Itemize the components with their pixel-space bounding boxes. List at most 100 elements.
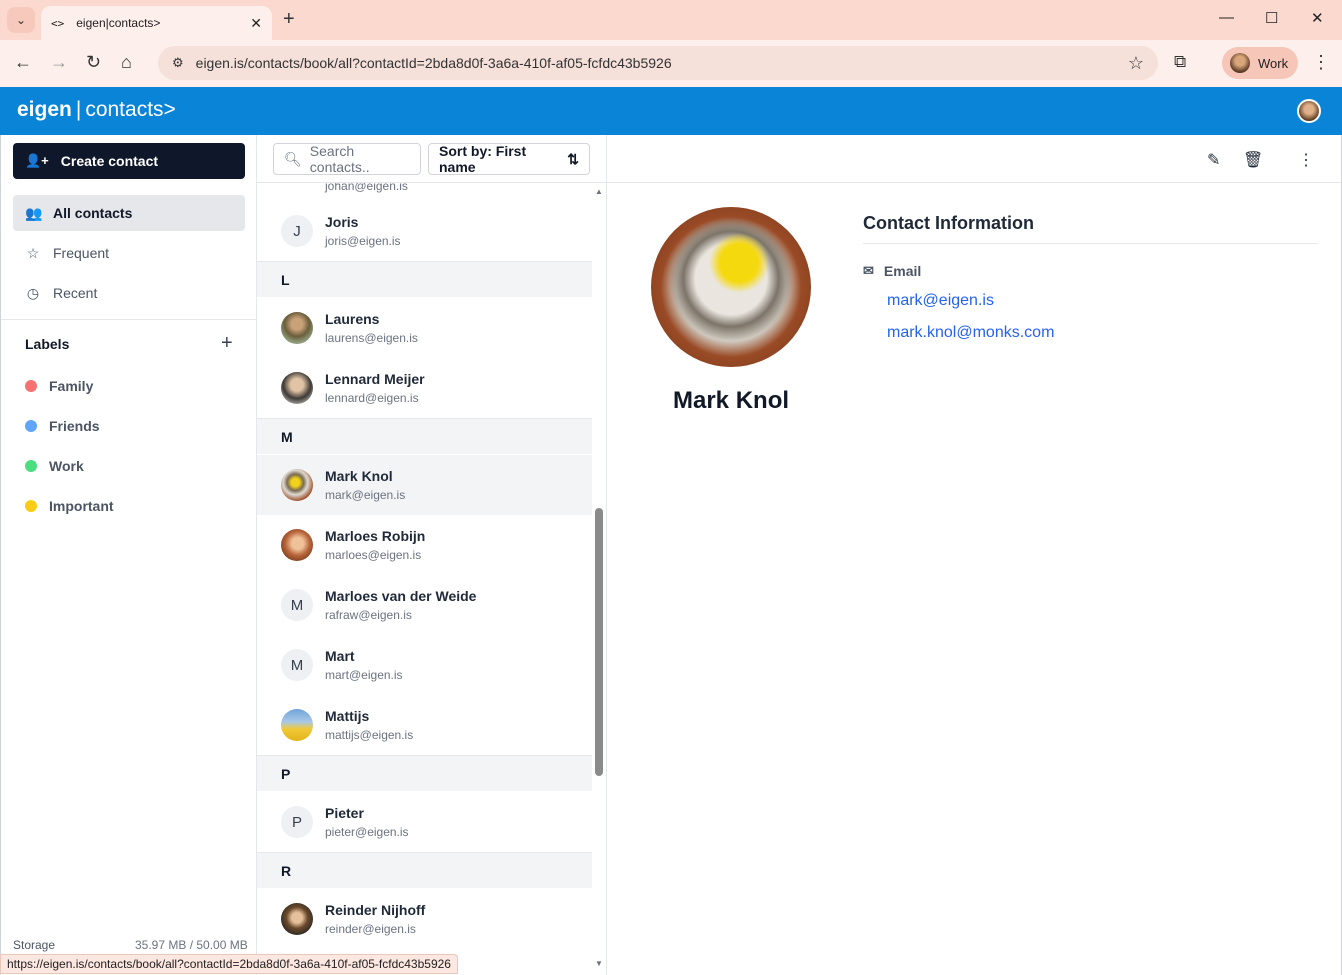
contact-avatar: M	[281, 589, 313, 621]
contact-row-mark-knol[interactable]: Mark Knol mark@eigen.is	[257, 455, 592, 515]
tab-title: eigen|contacts>	[76, 16, 161, 30]
contact-row-lennard[interactable]: Lennard Meijer lennard@eigen.is	[257, 358, 592, 418]
label-family[interactable]: Family	[25, 378, 93, 394]
labels-heading: Labels	[25, 336, 70, 352]
star-icon: ☆	[26, 244, 40, 261]
code-icon: <>	[51, 16, 65, 30]
back-icon[interactable]: ←	[14, 52, 32, 73]
list-scrollbar[interactable]: ▲ ▼	[592, 183, 606, 975]
close-tab-icon[interactable]: ✕	[250, 15, 262, 32]
profile-button[interactable]: Work	[1222, 47, 1298, 79]
nav-recent[interactable]: ◷ Recent	[13, 275, 245, 311]
browser-tab[interactable]: <> eigen|contacts> ✕	[41, 6, 272, 40]
close-window-icon[interactable]: ✕	[1311, 9, 1324, 27]
contact-avatar: P	[281, 806, 313, 838]
detail-toolbar: ✎ 🗑︎ ⋮	[607, 135, 1341, 183]
tab-search-button[interactable]: ⌄	[7, 7, 35, 33]
app-header: eigen | contacts>	[0, 87, 1342, 135]
bookmark-star-icon[interactable]: ☆	[1128, 53, 1144, 74]
search-icon: 🔍︎	[284, 150, 302, 167]
scrollbar-thumb[interactable]	[595, 508, 603, 776]
create-contact-button[interactable]: 👤+ Create contact	[13, 143, 245, 179]
trash-icon[interactable]: 🗑︎	[1243, 150, 1263, 170]
list-toolbar: 🔍︎ Search contacts.. Sort by: First name…	[257, 135, 606, 183]
contact-avatar	[281, 709, 313, 741]
contact-avatar: J	[281, 215, 313, 247]
storage-value: 35.97 MB / 50.00 MB	[135, 938, 248, 952]
browser-toolbar: ← → ↻ ⌂ ⚙ eigen.is/contacts/book/all?con…	[0, 40, 1342, 87]
contact-row-pieter[interactable]: P Pieter pieter@eigen.is	[257, 792, 592, 852]
status-url-bar: https://eigen.is/contacts/book/all?conta…	[0, 954, 458, 974]
contact-row-marloes-robijn[interactable]: Marloes Robijn marloes@eigen.is	[257, 515, 592, 575]
contact-row-marloes-van-der-weide[interactable]: M Marloes van der Weide rafraw@eigen.is	[257, 575, 592, 635]
extensions-icon[interactable]: ⧉	[1174, 52, 1186, 72]
contact-row-joris[interactable]: J Joris joris@eigen.is	[257, 201, 592, 261]
maximize-icon[interactable]: ☐	[1265, 9, 1278, 27]
add-label-icon[interactable]: +	[221, 332, 233, 355]
site-settings-icon[interactable]: ⚙	[172, 55, 184, 71]
contact-avatar	[281, 903, 313, 935]
users-icon: 👥	[25, 204, 43, 221]
email-link-primary[interactable]: mark@eigen.is	[887, 292, 994, 310]
browser-tab-bar: ⌄ <> eigen|contacts> ✕ + — ☐ ✕	[0, 0, 1342, 40]
contact-avatar	[281, 529, 313, 561]
contact-list[interactable]: johan@eigen.is J Joris joris@eigen.is L …	[257, 179, 592, 975]
mail-icon: ✉	[863, 263, 874, 278]
section-divider	[863, 243, 1317, 244]
section-letter-m: M	[257, 418, 592, 454]
contact-row-reinder[interactable]: Reinder Nijhoff reinder@eigen.is	[257, 889, 592, 949]
forward-icon[interactable]: →	[50, 52, 68, 73]
contact-photo	[651, 207, 811, 367]
label-color-dot	[25, 460, 37, 472]
email-label: ✉ Email	[863, 263, 922, 279]
address-bar[interactable]: ⚙ eigen.is/contacts/book/all?contactId=2…	[158, 46, 1158, 80]
contact-avatar	[281, 372, 313, 404]
more-options-icon[interactable]: ⋮	[1298, 150, 1314, 170]
sidebar: 👤+ Create contact 👥 All contacts ☆ Frequ…	[0, 135, 257, 975]
clock-icon: ◷	[26, 284, 40, 301]
label-color-dot	[25, 500, 37, 512]
nav-all-contacts[interactable]: 👥 All contacts	[13, 195, 245, 231]
search-placeholder: Search contacts..	[309, 143, 370, 175]
sort-arrows-icon: ⇅	[567, 150, 579, 167]
browser-menu-icon[interactable]: ⋮	[1312, 52, 1330, 73]
contact-info-heading: Contact Information	[863, 213, 1034, 233]
new-tab-icon[interactable]: +	[283, 8, 295, 31]
contact-list-pane: 🔍︎ Search contacts.. Sort by: First name…	[257, 135, 607, 975]
contact-row-mart[interactable]: M Mart mart@eigen.is	[257, 635, 592, 695]
chevron-down-icon: ⌄	[15, 13, 27, 27]
minimize-icon[interactable]: —	[1219, 9, 1234, 26]
storage-label: Storage	[13, 938, 56, 952]
email-link-secondary[interactable]: mark.knol@monks.com	[887, 324, 1054, 342]
app-logo[interactable]: eigen | contacts>	[17, 98, 176, 122]
label-important[interactable]: Important	[25, 498, 114, 514]
contact-name: Mark Knol	[673, 387, 790, 414]
contact-row-laurens[interactable]: Laurens laurens@eigen.is	[257, 298, 592, 358]
section-letter-l: L	[257, 261, 592, 297]
edit-icon[interactable]: ✎	[1207, 150, 1220, 170]
home-icon[interactable]: ⌂	[121, 52, 132, 73]
url-text[interactable]: eigen.is/contacts/book/all?contactId=2bd…	[196, 55, 1128, 71]
sort-button[interactable]: Sort by: First name ⇅	[428, 143, 590, 175]
label-color-dot	[25, 380, 37, 392]
reload-icon[interactable]: ↻	[86, 52, 101, 73]
section-letter-p: P	[257, 755, 592, 791]
contact-row-mattijs[interactable]: Mattijs mattijs@eigen.is	[257, 695, 592, 755]
contact-avatar	[281, 469, 313, 501]
contact-avatar	[281, 312, 313, 344]
user-plus-icon: 👤+	[25, 153, 49, 168]
profile-label: Work	[1258, 55, 1289, 71]
scroll-up-icon[interactable]: ▲	[595, 187, 603, 196]
sidebar-divider	[1, 319, 257, 320]
contact-detail-pane: ✎ 🗑︎ ⋮ Mark Knol Contact Information ✉ E…	[607, 135, 1342, 975]
profile-avatar	[1230, 53, 1250, 73]
scroll-down-icon[interactable]: ▼	[595, 959, 603, 968]
nav-frequent[interactable]: ☆ Frequent	[13, 235, 245, 271]
search-input[interactable]: 🔍︎ Search contacts..	[273, 143, 421, 175]
user-avatar[interactable]	[1297, 99, 1321, 123]
section-letter-r: R	[257, 852, 592, 888]
contact-avatar: M	[281, 649, 313, 681]
label-work[interactable]: Work	[25, 458, 84, 474]
label-color-dot	[25, 420, 37, 432]
label-friends[interactable]: Friends	[25, 418, 100, 434]
